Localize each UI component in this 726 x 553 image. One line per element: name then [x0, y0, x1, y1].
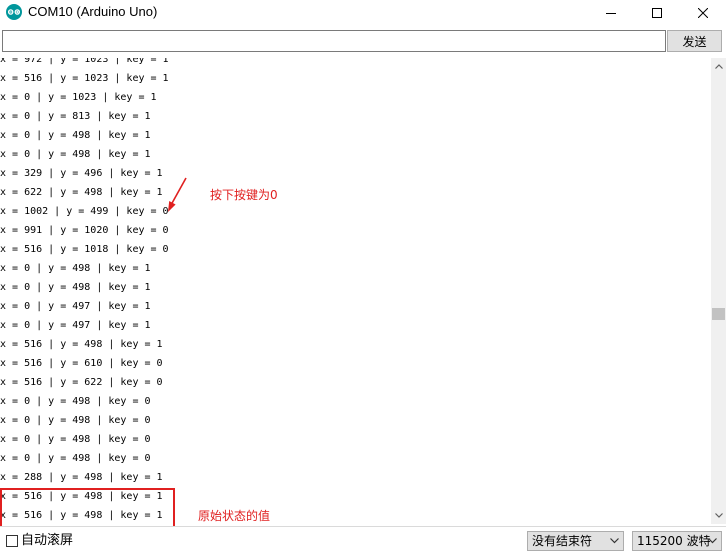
send-input[interactable]: [2, 30, 666, 52]
output-line: x = 0 | y = 498 | key = 1: [0, 130, 151, 141]
output-line: x = 288 | y = 498 | key = 1: [0, 472, 163, 483]
output-line: x = 622 | y = 498 | key = 1: [0, 187, 163, 198]
output-line: x = 0 | y = 1023 | key = 1: [0, 92, 157, 103]
scroll-thumb[interactable]: [712, 308, 725, 320]
output-line: x = 516 | y = 1023 | key = 1: [0, 73, 169, 84]
minimize-icon: [606, 13, 616, 14]
arduino-logo-icon: [6, 4, 22, 20]
output-line: x = 0 | y = 497 | key = 1: [0, 301, 151, 312]
close-icon: [698, 8, 708, 18]
output-line: x = 1002 | y = 499 | key = 0: [0, 206, 169, 217]
output-line: x = 516 | y = 622 | key = 0: [0, 377, 163, 388]
annotation-key-pressed: 按下按键为0: [210, 188, 278, 202]
output-line: x = 516 | y = 610 | key = 0: [0, 358, 163, 369]
output-line: x = 0 | y = 498 | key = 0: [0, 396, 151, 407]
scroll-up-button[interactable]: [711, 58, 726, 75]
autoscroll-checkbox[interactable]: [6, 535, 18, 547]
window-title: COM10 (Arduino Uno): [28, 4, 158, 19]
output-line: x = 0 | y = 498 | key = 1: [0, 282, 151, 293]
chevron-up-icon: [714, 64, 723, 69]
bottom-bar: 自动滚屏 没有结束符 115200 波特: [0, 526, 726, 553]
title-bar: COM10 (Arduino Uno): [0, 0, 726, 26]
chevron-down-icon: [714, 513, 723, 518]
baud-rate-select[interactable]: 115200 波特: [632, 531, 722, 551]
line-ending-value: 没有结束符: [532, 534, 593, 548]
output-line: x = 991 | y = 1020 | key = 0: [0, 225, 169, 236]
vertical-scrollbar[interactable]: [711, 58, 726, 524]
baud-rate-value: 115200 波特: [637, 534, 711, 548]
maximize-button[interactable]: [634, 0, 680, 26]
output-line: x = 0 | y = 813 | key = 1: [0, 111, 151, 122]
output-line: x = 0 | y = 498 | key = 0: [0, 415, 151, 426]
output-line: x = 329 | y = 496 | key = 1: [0, 168, 163, 179]
chevron-down-icon: [610, 538, 619, 544]
output-line: x = 516 | y = 498 | key = 1: [0, 339, 163, 350]
output-line: x = 0 | y = 498 | key = 0: [0, 434, 151, 445]
output-line: x = 0 | y = 498 | key = 0: [0, 453, 151, 464]
line-ending-select[interactable]: 没有结束符: [527, 531, 624, 551]
chevron-down-icon: [708, 538, 717, 544]
red-arrow-icon: [168, 177, 187, 212]
autoscroll-label: 自动滚屏: [21, 533, 74, 548]
serial-output[interactable]: x = 972 | y = 1023 | key = 1 x = 516 | y …: [0, 58, 711, 524]
close-button[interactable]: [680, 0, 726, 26]
annotation-original-state: 原始状态的值: [198, 509, 271, 523]
output-line: x = 0 | y = 498 | key = 1: [0, 263, 151, 274]
output-line: x = 0 | y = 497 | key = 1: [0, 320, 151, 331]
minimize-button[interactable]: [588, 0, 634, 26]
send-button[interactable]: 发送: [667, 30, 722, 52]
output-line: x = 0 | y = 498 | key = 1: [0, 149, 151, 160]
scroll-down-button[interactable]: [711, 507, 726, 524]
output-line: x = 516 | y = 1018 | key = 0: [0, 244, 169, 255]
output-line: x = 972 | y = 1023 | key = 1: [0, 58, 169, 65]
maximize-icon: [652, 8, 662, 18]
highlight-box: [0, 488, 175, 528]
